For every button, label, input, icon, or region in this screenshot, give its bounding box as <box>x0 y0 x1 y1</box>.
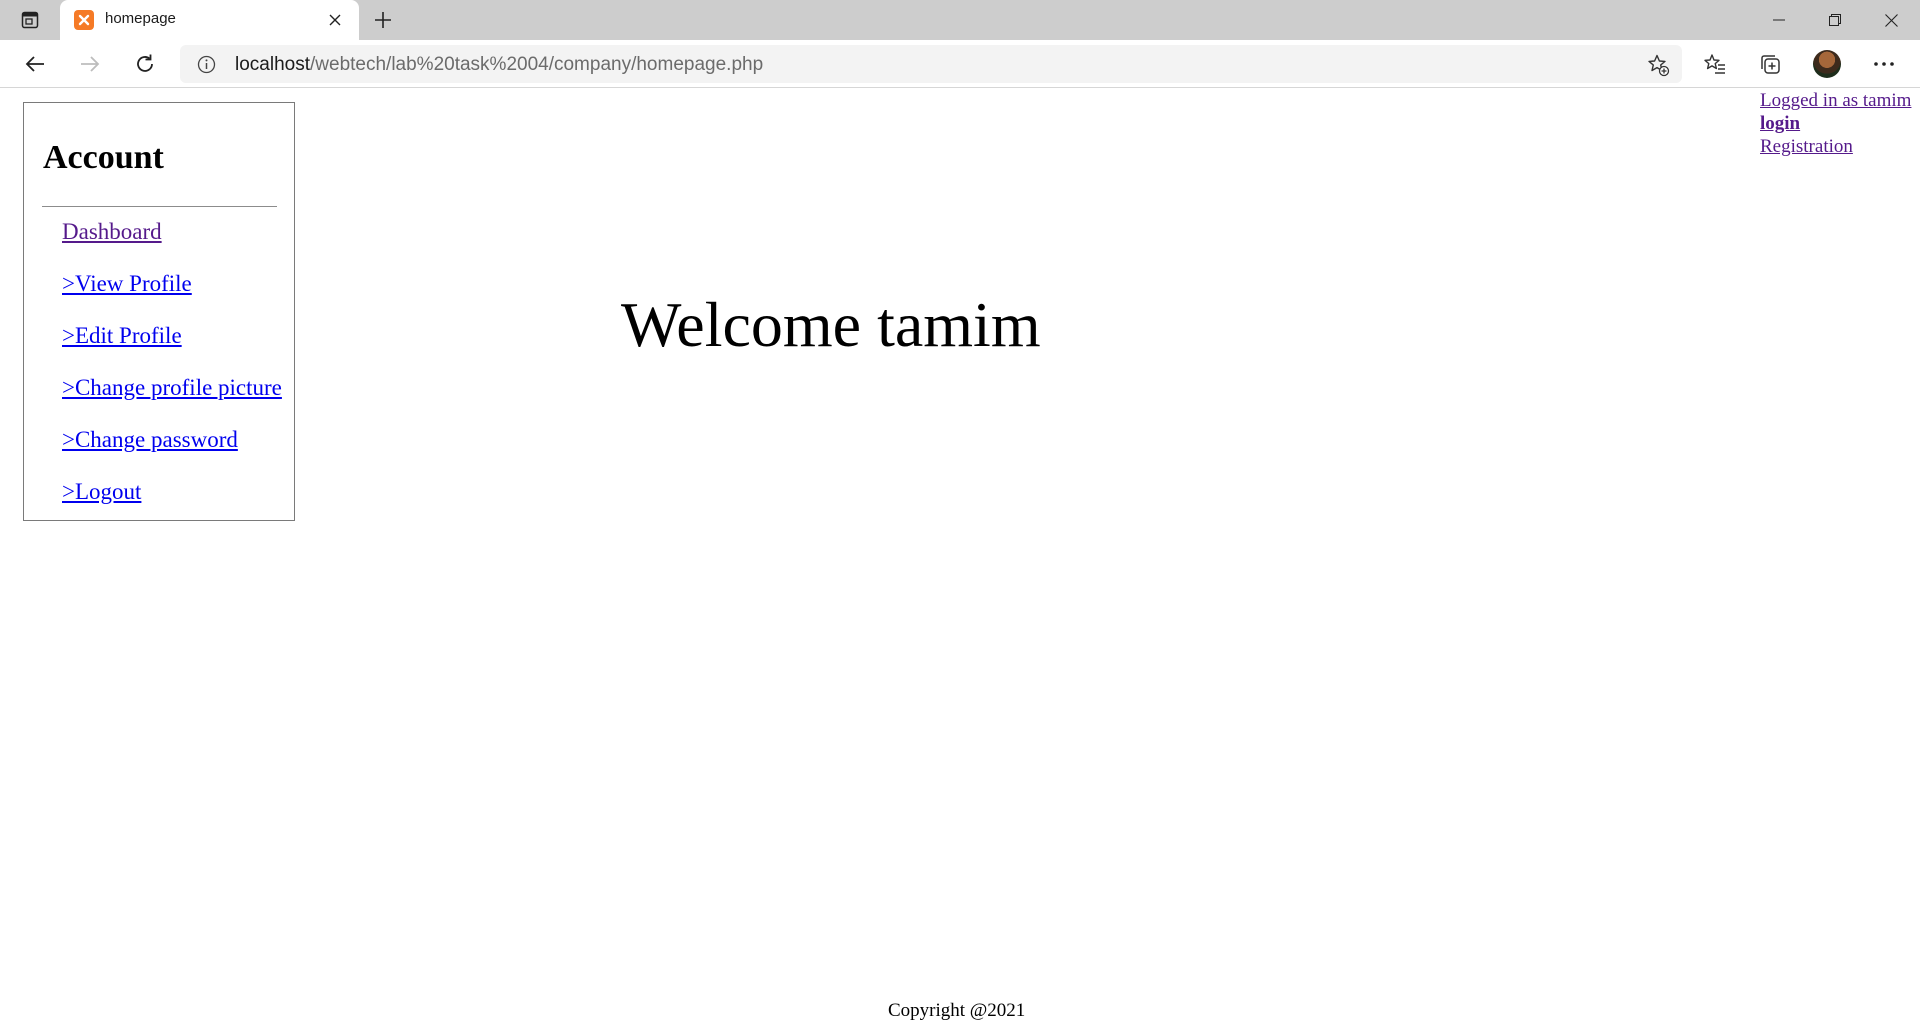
xampp-favicon-icon <box>74 10 94 30</box>
avatar <box>1813 50 1841 78</box>
view-profile-link[interactable]: >View Profile <box>62 271 192 297</box>
minimize-icon[interactable] <box>1751 0 1807 40</box>
change-password-link[interactable]: >Change password <box>62 427 238 453</box>
header-links: Logged in as tamim login Registration <box>1760 89 1911 158</box>
collections-icon[interactable] <box>1752 46 1788 82</box>
url-host: localhost <box>235 54 310 75</box>
welcome-heading: Welcome tamim <box>621 289 1041 360</box>
url-path: /webtech/lab%20task%2004/company/homepag… <box>310 54 764 75</box>
edit-profile-link[interactable]: >Edit Profile <box>62 323 182 349</box>
browser-tab-bar: homepage <box>0 0 1920 40</box>
browser-toolbar: localhost/webtech/lab%20task%2004/compan… <box>0 40 1920 88</box>
restore-icon[interactable] <box>1807 0 1863 40</box>
back-icon[interactable] <box>17 46 53 82</box>
more-options-icon[interactable] <box>1866 46 1902 82</box>
address-bar[interactable]: localhost/webtech/lab%20task%2004/compan… <box>180 45 1682 83</box>
tab-close-icon[interactable] <box>324 9 346 31</box>
browser-tab[interactable]: homepage <box>60 0 359 40</box>
refresh-icon[interactable] <box>127 46 163 82</box>
logged-in-link[interactable]: Logged in as tamim <box>1760 89 1911 112</box>
add-favorite-icon[interactable] <box>1646 53 1670 77</box>
account-title: Account <box>43 139 164 176</box>
forward-icon[interactable] <box>72 46 108 82</box>
url-text[interactable]: localhost/webtech/lab%20task%2004/compan… <box>235 54 763 76</box>
close-window-icon[interactable] <box>1863 0 1919 40</box>
profile-avatar[interactable] <box>1809 46 1845 82</box>
copyright-footer: Copyright @2021 <box>888 1000 1026 1021</box>
divider <box>42 206 277 207</box>
tab-title: homepage <box>105 10 176 27</box>
new-tab-icon[interactable] <box>368 5 398 35</box>
favorites-icon[interactable] <box>1697 46 1733 82</box>
site-info-icon[interactable] <box>196 54 216 74</box>
registration-link[interactable]: Registration <box>1760 135 1911 158</box>
tab-actions-icon[interactable] <box>10 5 50 35</box>
change-profile-picture-link[interactable]: >Change profile picture <box>62 375 282 401</box>
account-sidebar: Account Dashboard >View Profile >Edit Pr… <box>23 102 295 521</box>
logout-link[interactable]: >Logout <box>62 479 141 505</box>
login-link[interactable]: login <box>1760 112 1911 135</box>
dashboard-link[interactable]: Dashboard <box>62 219 162 245</box>
